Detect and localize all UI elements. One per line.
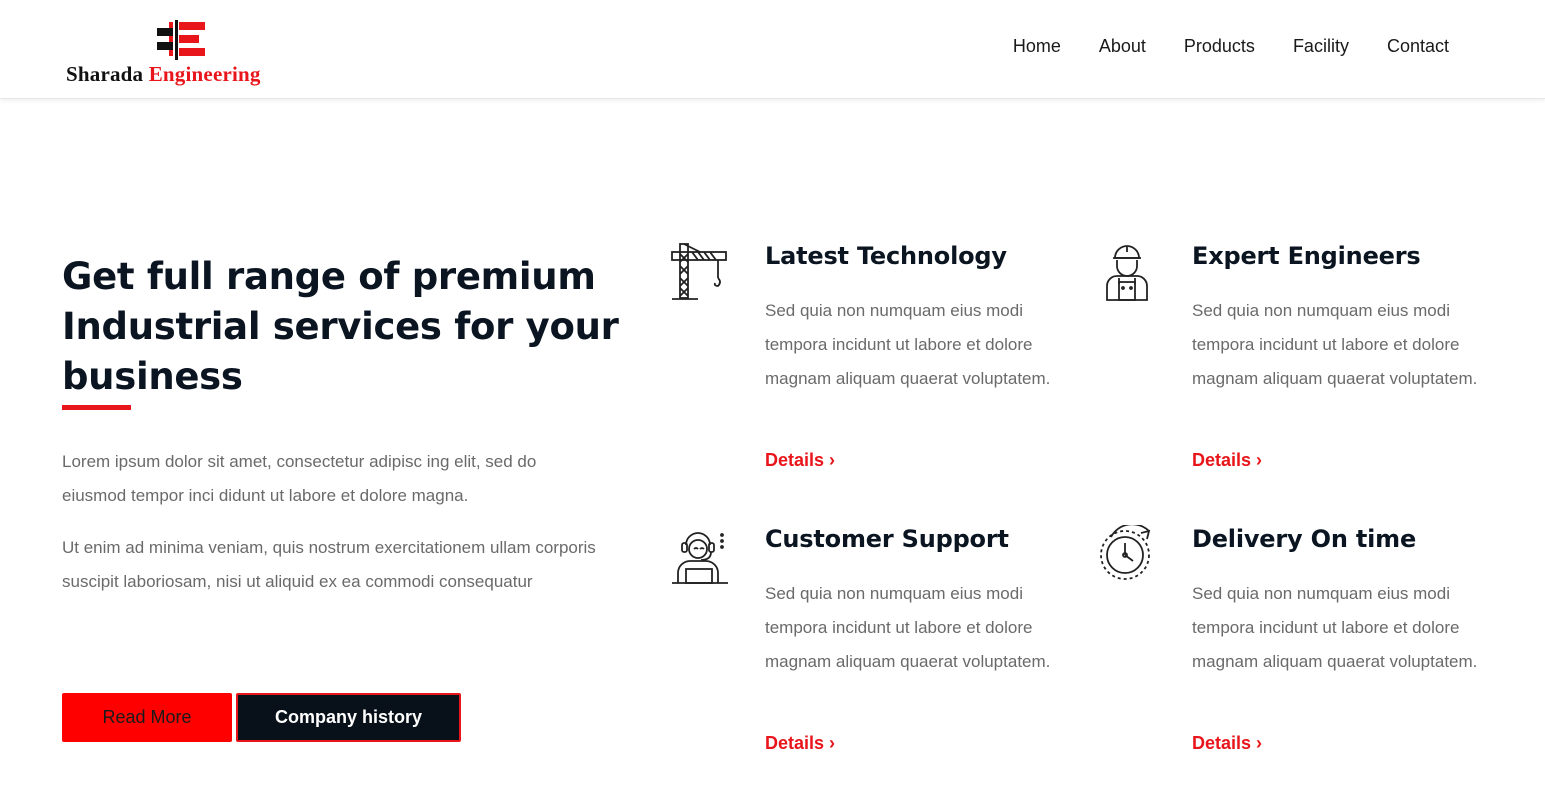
feature-title: Delivery On time xyxy=(1192,525,1417,553)
nav-item-home[interactable]: Home xyxy=(1013,36,1061,57)
brand-name-part1: Sharada xyxy=(66,62,144,86)
nav-item-about[interactable]: About xyxy=(1099,36,1146,57)
hero-title: Get full range of premium Industrial ser… xyxy=(62,255,619,398)
clock-icon xyxy=(1100,525,1151,580)
brand-logo[interactable]: Sharada Engineering xyxy=(66,18,316,88)
details-link[interactable]: Details › xyxy=(1192,733,1262,754)
details-link[interactable]: Details › xyxy=(765,450,835,471)
nav-item-contact[interactable]: Contact xyxy=(1387,36,1449,57)
nav-item-products[interactable]: Products xyxy=(1184,36,1255,57)
feature-description: Sed quia non numquam eius modi tempora i… xyxy=(765,301,1051,388)
feature-title: Expert Engineers xyxy=(1192,242,1421,270)
site-header: Sharada Engineering Home About Products … xyxy=(0,0,1545,99)
main-nav: Home About Products Facility Contact xyxy=(1013,36,1449,57)
details-link[interactable]: Details › xyxy=(1192,450,1262,471)
support-agent-icon xyxy=(672,532,728,584)
engineer-icon xyxy=(1106,245,1148,301)
details-link[interactable]: Details › xyxy=(765,733,835,754)
hero-paragraph-2: Ut enim ad minima veniam, quis nostrum e… xyxy=(62,538,596,591)
feature-title: Latest Technology xyxy=(765,242,1007,270)
crane-icon xyxy=(671,243,727,300)
feature-description: Sed quia non numquam eius modi tempora i… xyxy=(765,584,1051,671)
nav-item-facility[interactable]: Facility xyxy=(1293,36,1349,57)
company-history-button[interactable]: Company history xyxy=(236,693,461,742)
title-underline xyxy=(62,405,131,410)
feature-description: Sed quia non numquam eius modi tempora i… xyxy=(1192,584,1478,671)
hero-paragraph-1: Lorem ipsum dolor sit amet, consectetur … xyxy=(62,452,537,505)
read-more-button[interactable]: Read More xyxy=(62,693,232,742)
feature-title: Customer Support xyxy=(765,525,1009,553)
feature-description: Sed quia non numquam eius modi tempora i… xyxy=(1192,301,1478,388)
logo-mark-icon xyxy=(157,20,205,60)
brand-name: Sharada Engineering xyxy=(66,62,261,87)
brand-name-part2: Engineering xyxy=(148,62,261,86)
